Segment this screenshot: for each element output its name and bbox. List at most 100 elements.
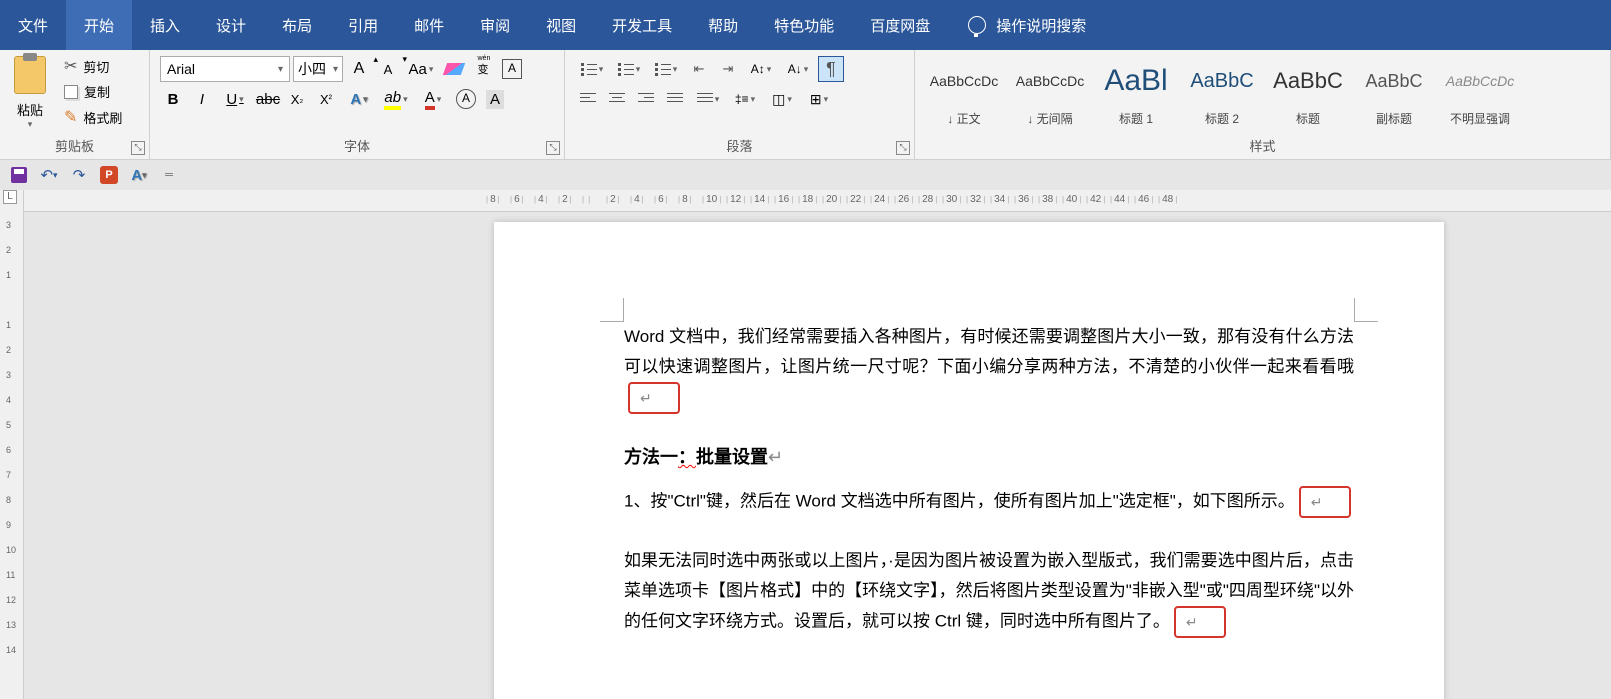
line-spacing-button[interactable]: ‡≡ <box>728 86 762 112</box>
tab-mailings[interactable]: 邮件 <box>396 0 462 50</box>
paste-label: 粘贴 <box>17 100 43 119</box>
distributed-button[interactable] <box>691 86 725 112</box>
hruler-tick: 22 <box>844 194 867 205</box>
strikethrough-button[interactable]: abc <box>255 86 281 112</box>
borders-button[interactable]: ⊞ <box>802 86 836 112</box>
align-left-button[interactable] <box>575 86 601 112</box>
bold-button[interactable]: B <box>160 86 186 112</box>
tab-review[interactable]: 审阅 <box>462 0 528 50</box>
font-size-combo[interactable]: 小四▾ <box>293 56 343 82</box>
italic-button[interactable]: I <box>189 86 215 112</box>
powerpoint-button[interactable]: P <box>98 164 120 186</box>
style-item-4[interactable]: AaBbC标题 <box>1265 54 1351 132</box>
heading-method-1[interactable]: 方法一：批量设置↵ <box>624 442 1354 474</box>
hruler-tick: 44 <box>1108 194 1131 205</box>
tab-selector[interactable]: L <box>3 190 17 204</box>
tab-view[interactable]: 视图 <box>528 0 594 50</box>
clear-formatting-button[interactable] <box>441 56 467 82</box>
format-painter-button[interactable]: ✎格式刷 <box>58 105 128 129</box>
style-item-1[interactable]: AaBbCcDc↓ 无间隔 <box>1007 54 1093 132</box>
shrink-font-button[interactable]: A <box>375 56 401 82</box>
style-name: 标题 2 <box>1182 110 1262 127</box>
justify-icon <box>667 93 683 105</box>
cut-button[interactable]: ✂剪切 <box>58 54 128 78</box>
style-item-2[interactable]: AaBl标题 1 <box>1093 54 1179 132</box>
copy-button[interactable]: 复制 <box>58 80 128 103</box>
multilevel-list-button[interactable] <box>649 56 683 82</box>
hruler-tick: 36 <box>1012 194 1035 205</box>
tab-special[interactable]: 特色功能 <box>756 0 852 50</box>
numbering-button[interactable] <box>612 56 646 82</box>
style-item-6[interactable]: AaBbCcDc不明显强调 <box>1437 54 1523 132</box>
subscript-button[interactable]: X <box>284 86 310 112</box>
horizontal-ruler[interactable]: 8642246810121416182022242628303234363840… <box>24 190 1611 212</box>
style-item-0[interactable]: AaBbCcDc↓ 正文 <box>921 54 1007 132</box>
bullets-icon <box>581 62 597 76</box>
tab-baidu[interactable]: 百度网盘 <box>852 0 948 50</box>
justify-button[interactable] <box>662 86 688 112</box>
margin-corner-tl <box>600 298 624 322</box>
align-right-button[interactable] <box>633 86 659 112</box>
return-mark-3: ↵ <box>1174 606 1226 639</box>
hruler-tick: 42 <box>1084 194 1107 205</box>
paragraph-2[interactable]: 1、按"Ctrl"键，然后在 Word 文档选中所有图片，使所有图片加上"选定框… <box>624 486 1354 519</box>
document-area[interactable]: 8642246810121416182022242628303234363840… <box>24 190 1611 699</box>
align-center-button[interactable] <box>604 86 630 112</box>
qat-customize-button[interactable]: ═ <box>158 164 180 186</box>
phonetic-guide-button[interactable]: 变wén <box>470 56 496 82</box>
save-button[interactable] <box>8 164 30 186</box>
style-item-5[interactable]: AaBbC副标题 <box>1351 54 1437 132</box>
paragraph-dialog-launcher[interactable]: ⤡ <box>896 141 910 155</box>
highlight-button[interactable]: ab <box>379 86 413 112</box>
style-preview: AaBbCcDc <box>924 59 1004 103</box>
bullets-button[interactable] <box>575 56 609 82</box>
character-border-button[interactable]: A <box>499 56 525 82</box>
styles-gallery[interactable]: AaBbCcDc↓ 正文AaBbCcDc↓ 无间隔AaBl标题 1AaBbC标题… <box>921 54 1604 132</box>
tab-file[interactable]: 文件 <box>0 0 66 50</box>
font-color-button[interactable]: A <box>416 86 450 112</box>
tab-help[interactable]: 帮助 <box>690 0 756 50</box>
hruler-tick: 26 <box>892 194 915 205</box>
hruler-tick: 18 <box>796 194 819 205</box>
document-body[interactable]: Word 文档中，我们经常需要插入各种图片，有时候还需要调整图片大小一致，那有没… <box>624 322 1354 638</box>
font-dialog-launcher[interactable]: ⤡ <box>546 141 560 155</box>
grow-font-button[interactable]: A <box>346 56 372 82</box>
increase-indent-button[interactable]: ⇥ <box>715 56 741 82</box>
enclose-characters-button[interactable]: A <box>482 86 508 112</box>
sort-button[interactable]: A↓ <box>781 56 815 82</box>
page[interactable]: Word 文档中，我们经常需要插入各种图片，有时候还需要调整图片大小一致，那有没… <box>494 222 1444 699</box>
style-item-3[interactable]: AaBbC标题 2 <box>1179 54 1265 132</box>
hruler-tick: 34 <box>988 194 1011 205</box>
character-shading-button[interactable]: A <box>453 86 479 112</box>
redo-button[interactable]: ↷ <box>68 164 90 186</box>
tab-insert[interactable]: 插入 <box>132 0 198 50</box>
tab-home[interactable]: 开始 <box>66 0 132 50</box>
text-effects-button[interactable]: A <box>342 86 376 112</box>
hruler-tick: 4 <box>532 194 550 205</box>
vruler-tick: 13 <box>6 620 16 630</box>
superscript-button[interactable]: X <box>313 86 339 112</box>
vruler-tick: 1 <box>6 320 11 330</box>
change-case-button[interactable]: Aa <box>404 56 438 82</box>
underline-button[interactable]: U <box>218 86 252 112</box>
text-effects-qat-button[interactable]: A▾ <box>128 164 150 186</box>
paragraph-3[interactable]: 如果无法同时选中两张或以上图片，·是因为图片被设置为嵌入型版式，我们需要选中图片… <box>624 546 1354 638</box>
shading-button[interactable]: ◫ <box>765 86 799 112</box>
tab-references[interactable]: 引用 <box>330 0 396 50</box>
paragraph-1[interactable]: Word 文档中，我们经常需要插入各种图片，有时候还需要调整图片大小一致，那有没… <box>624 322 1354 414</box>
undo-button[interactable]: ↶▾ <box>38 164 60 186</box>
font-name-combo[interactable]: Arial▾ <box>160 56 290 82</box>
eraser-icon <box>443 63 465 75</box>
show-hide-marks-button[interactable]: ¶ <box>818 56 844 82</box>
return-mark-2: ↵ <box>1299 486 1351 519</box>
asian-layout-button[interactable]: A↕ <box>744 56 778 82</box>
vertical-ruler[interactable]: L 3211234567891011121314 <box>0 190 24 699</box>
tab-design[interactable]: 设计 <box>198 0 264 50</box>
decrease-indent-button[interactable]: ⇤ <box>686 56 712 82</box>
vruler-tick: 2 <box>6 245 11 255</box>
clipboard-dialog-launcher[interactable]: ⤡ <box>131 141 145 155</box>
margin-corner-tr <box>1354 298 1378 322</box>
tab-developer[interactable]: 开发工具 <box>594 0 690 50</box>
tab-layout[interactable]: 布局 <box>264 0 330 50</box>
tell-me-search[interactable]: 操作说明搜索 <box>948 0 1086 50</box>
